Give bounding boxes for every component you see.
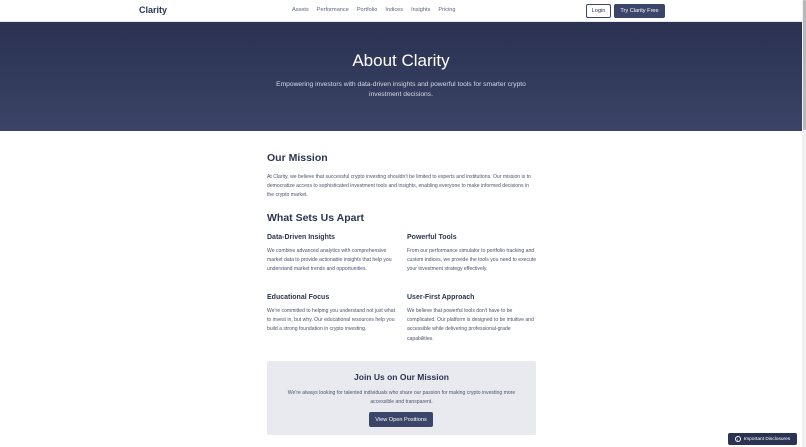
feature-text: We're committed to helping you understan… (267, 308, 396, 333)
feature-title: User-First Approach (407, 294, 475, 301)
top-navbar: Clarity Assets Performance Portfolio Ind… (0, 0, 802, 22)
nav-insights[interactable]: Insights (411, 7, 430, 13)
mission-text: At Clarity, we believe that successful c… (267, 174, 531, 199)
feature-educational: Educational Focus We're committed to hel… (267, 294, 397, 335)
nav-pricing[interactable]: Pricing (438, 7, 455, 13)
main-nav: Assets Performance Portfolio Indices Ins… (292, 7, 455, 13)
page-scrollbar[interactable] (802, 0, 806, 447)
disclosures-label: Important Disclosures (743, 436, 791, 442)
feature-text: From our performance simulator to portfo… (407, 248, 537, 273)
nav-portfolio[interactable]: Portfolio (357, 7, 378, 13)
feature-data-driven: Data-Driven Insights We combine advanced… (267, 234, 397, 275)
feature-user-first: User-First Approach We believe that powe… (407, 294, 537, 344)
nav-indices[interactable]: Indices (385, 7, 403, 13)
mission-heading: Our Mission (267, 152, 328, 164)
feature-title: Data-Driven Insights (267, 234, 336, 241)
nav-performance[interactable]: Performance (317, 7, 349, 13)
scrollbar-thumb[interactable] (802, 0, 806, 130)
nav-assets[interactable]: Assets (292, 7, 309, 13)
join-text: We're always looking for talented indivi… (287, 390, 516, 405)
info-icon: i (734, 436, 741, 442)
apart-heading: What Sets Us Apart (267, 212, 365, 224)
logo[interactable]: Clarity (139, 5, 167, 15)
try-free-button[interactable]: Try Clarity Free (614, 4, 665, 18)
join-card: Join Us on Our Mission We're always look… (267, 361, 536, 435)
feature-powerful-tools: Powerful Tools From our performance simu… (407, 234, 537, 275)
about-content: Our Mission At Clarity, we believe that … (267, 152, 537, 342)
page-title: About Clarity (352, 51, 450, 70)
feature-text: We believe that powerful tools don't hav… (407, 308, 534, 342)
login-button[interactable]: Login (586, 4, 611, 18)
hero-subtitle: Empowering investors with data-driven in… (276, 81, 526, 98)
feature-title: Educational Focus (267, 294, 330, 301)
feature-text: We combine advanced analytics with compr… (267, 248, 392, 273)
hero-section: About Clarity Empowering investors with … (0, 22, 802, 131)
disclosures-button[interactable]: i Important Disclosures (728, 433, 797, 445)
feature-title: Powerful Tools (407, 234, 457, 241)
view-positions-button[interactable]: View Open Positions (369, 412, 433, 427)
join-heading: Join Us on Our Mission (354, 372, 449, 382)
